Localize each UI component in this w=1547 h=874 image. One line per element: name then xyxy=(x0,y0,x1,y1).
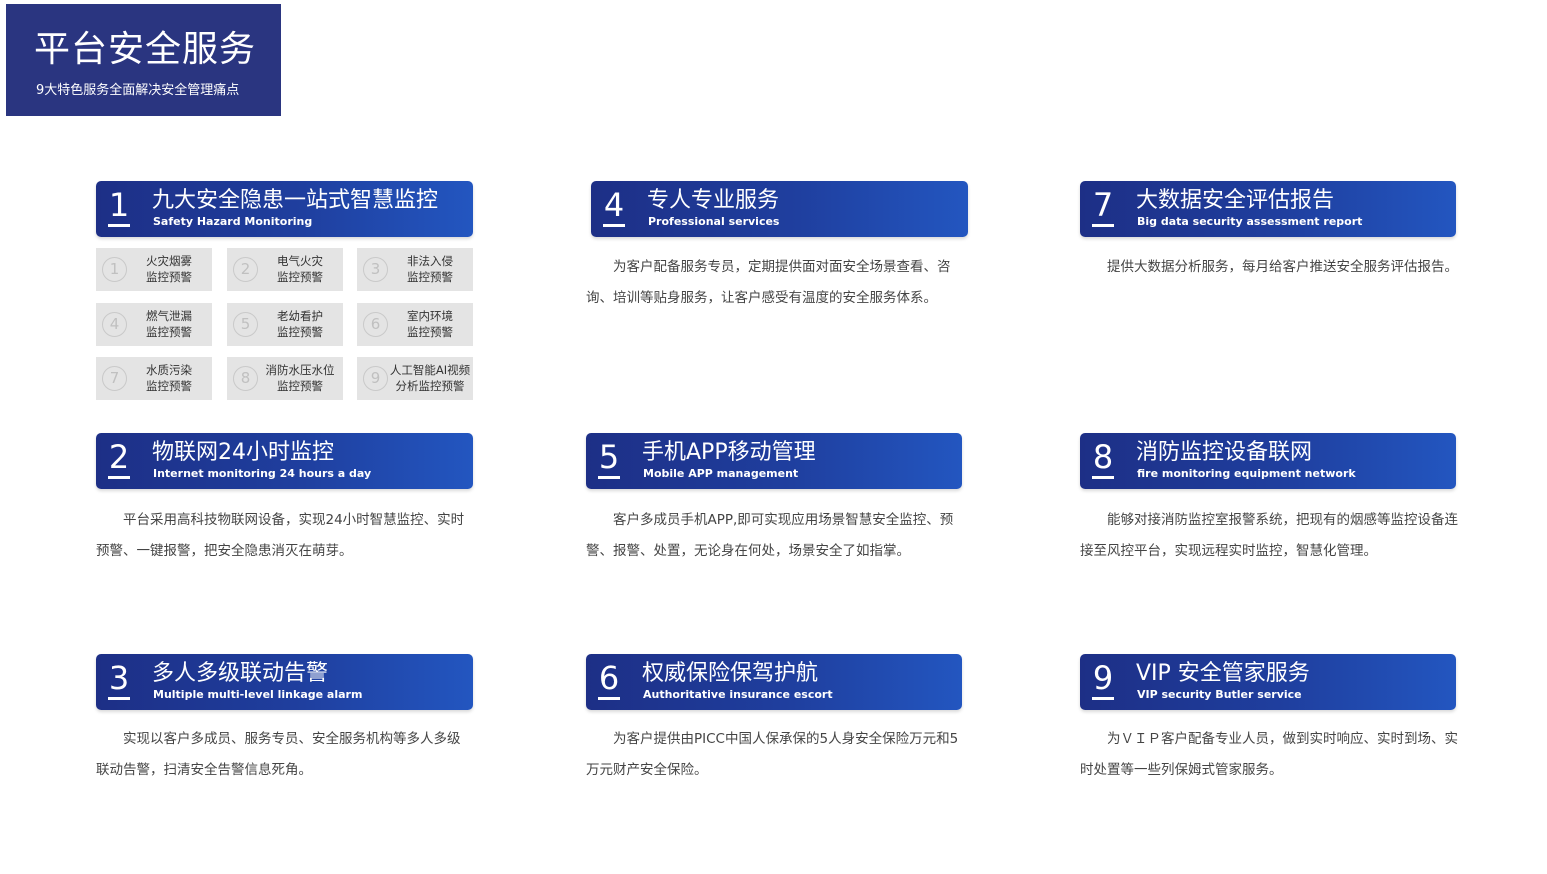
hazard-number: 4 xyxy=(102,312,127,337)
service-2-header: 2 物联网24小时监控 Internet monitoring 24 hours… xyxy=(96,433,473,489)
number-underline xyxy=(1092,224,1114,227)
number-underline xyxy=(108,224,130,227)
hazard-number: 2 xyxy=(233,257,258,282)
hazard-number: 1 xyxy=(102,257,127,282)
hazard-grid: 1 火灾烟雾 监控预警 2 电气火灾 监控预警 3 非法入侵 监控预警 4 燃气泄漏监… xyxy=(96,248,473,400)
service-subtitle: Big data security assessment report xyxy=(1137,215,1363,228)
service-9-description: 为ＶＩＰ客户配备专业人员，做到实时响应、实时到场、实时处置等一些列保姆式管家服务… xyxy=(1080,731,1458,778)
service-title: VIP 安全管家服务 xyxy=(1136,661,1310,686)
service-number: 6 xyxy=(598,659,620,697)
number-underline xyxy=(603,224,625,227)
service-subtitle: fire monitoring equipment network xyxy=(1137,467,1356,480)
service-5-description: 客户多成员手机APP,即可实现应用场景智慧安全监控、预警、报警、处置，无论身在何… xyxy=(586,512,954,559)
title-block: 平台安全服务 9大特色服务全面解决安全管理痛点 xyxy=(6,4,281,116)
service-9-header: 9 VIP 安全管家服务 VIP security Butler service xyxy=(1080,654,1456,710)
service-5-header: 5 手机APP移动管理 Mobile APP management xyxy=(586,433,962,489)
service-subtitle: Multiple multi-level linkage alarm xyxy=(153,688,363,701)
service-title: 物联网24小时监控 xyxy=(152,440,334,465)
hazard-cell: 4 燃气泄漏 监控预警 xyxy=(96,303,212,346)
hazard-label: 室内环境 监控预警 xyxy=(407,309,453,339)
service-1-header: 1 九大安全隐患一站式智慧监控 Safety Hazard Monitoring xyxy=(96,181,473,237)
hazard-cell: 5 老幼看护 监控预警 xyxy=(227,303,343,346)
number-underline xyxy=(1092,476,1114,479)
service-2-description: 平台采用高科技物联网设备，实现24小时智慧监控、实时预警、一键报警，把安全隐患消… xyxy=(96,512,465,559)
service-number: 3 xyxy=(108,659,130,697)
service-6-description: 为客户提供由PICC中国人保承保的5人身安全保险万元和5万元财产安全保险。 xyxy=(586,731,959,778)
hazard-cell: 3 非法入侵 监控预警 xyxy=(357,248,473,291)
hazard-label: 非法入侵 监控预警 xyxy=(407,254,453,284)
hazard-number: 7 xyxy=(102,366,127,391)
service-title: 权威保险保驾护航 xyxy=(642,661,819,686)
hazard-label: 水质污染 监控预警 xyxy=(146,363,192,393)
hazard-label: 电气火灾 监控预警 xyxy=(277,254,323,284)
service-number: 8 xyxy=(1092,438,1114,476)
number-underline xyxy=(598,476,620,479)
service-number: 7 xyxy=(1092,186,1114,224)
service-subtitle: Internet monitoring 24 hours a day xyxy=(153,467,372,480)
service-6-header: 6 权威保险保驾护航 Authoritative insurance escor… xyxy=(586,654,962,710)
service-title: 消防监控设备联网 xyxy=(1136,440,1313,465)
number-underline xyxy=(108,697,130,700)
hazard-number: 6 xyxy=(363,312,388,337)
service-number: 4 xyxy=(603,186,625,224)
page-title: 平台安全服务 xyxy=(34,29,257,70)
service-number: 9 xyxy=(1092,659,1114,697)
hazard-label: 人工智能AI视频 分析监控预警 xyxy=(389,363,471,393)
service-number: 1 xyxy=(108,186,130,224)
number-underline xyxy=(598,697,620,700)
number-underline xyxy=(108,476,130,479)
hazard-number: 8 xyxy=(233,366,258,391)
hazard-label: 老幼看护 监控预警 xyxy=(277,309,323,339)
service-8-header: 8 消防监控设备联网 fire monitoring equipment net… xyxy=(1080,433,1456,489)
service-3-description: 实现以客户多成员、服务专员、安全服务机构等多人多级联动告警，扫清安全告警信息死角… xyxy=(96,731,461,778)
service-subtitle: VIP security Butler service xyxy=(1137,688,1302,701)
page-subtitle: 9大特色服务全面解决安全管理痛点 xyxy=(36,83,240,98)
hazard-cell: 8 消防水压水位 监控预警 xyxy=(227,357,343,400)
service-title: 多人多级联动告警 xyxy=(152,661,329,686)
hazard-cell: 7 水质污染 监控预警 xyxy=(96,357,212,400)
hazard-number: 5 xyxy=(233,312,258,337)
hazard-label: 燃气泄漏 监控预警 xyxy=(146,309,192,339)
service-title: 九大安全隐患一站式智慧监控 xyxy=(152,188,439,213)
service-subtitle: Authoritative insurance escort xyxy=(643,688,833,701)
service-3-header: 3 多人多级联动告警 Multiple multi-level linkage … xyxy=(96,654,473,710)
service-title: 专人专业服务 xyxy=(647,188,780,213)
service-subtitle: Safety Hazard Monitoring xyxy=(153,215,313,228)
service-7-description: 提供大数据分析服务，每月给客户推送安全服务评估报告。 xyxy=(1107,259,1458,275)
service-7-header: 7 大数据安全评估报告 Big data security assessment… xyxy=(1080,181,1456,237)
number-underline xyxy=(1092,697,1114,700)
hazard-label: 消防水压水位 监控预警 xyxy=(265,363,335,393)
service-subtitle: Mobile APP management xyxy=(643,467,799,480)
service-4-header: 4 专人专业服务 Professional services xyxy=(591,181,968,237)
hazard-label: 火灾烟雾 监控预警 xyxy=(146,254,192,284)
service-8-description: 能够对接消防监控室报警系统，把现有的烟感等监控设备连接至风控平台，实现远程实时监… xyxy=(1080,512,1458,559)
hazard-cell: 1 火灾烟雾 监控预警 xyxy=(96,248,212,291)
service-subtitle: Professional services xyxy=(648,215,780,228)
service-title: 手机APP移动管理 xyxy=(642,440,816,465)
hazard-cell: 6 室内环境 监控预警 xyxy=(357,303,473,346)
service-4-description: 为客户配备服务专员，定期提供面对面安全场景查看、咨询、培训等贴身服务，让客户感受… xyxy=(586,259,951,306)
hazard-number: 9 xyxy=(363,366,388,391)
hazard-cell: 2 电气火灾 监控预警 xyxy=(227,248,343,291)
service-number: 2 xyxy=(108,438,130,476)
service-title: 大数据安全评估报告 xyxy=(1136,188,1335,213)
service-number: 5 xyxy=(598,438,620,476)
hazard-cell: 9 人工智能AI视频 分析监控预警 xyxy=(357,357,473,400)
hazard-number: 3 xyxy=(363,257,388,282)
